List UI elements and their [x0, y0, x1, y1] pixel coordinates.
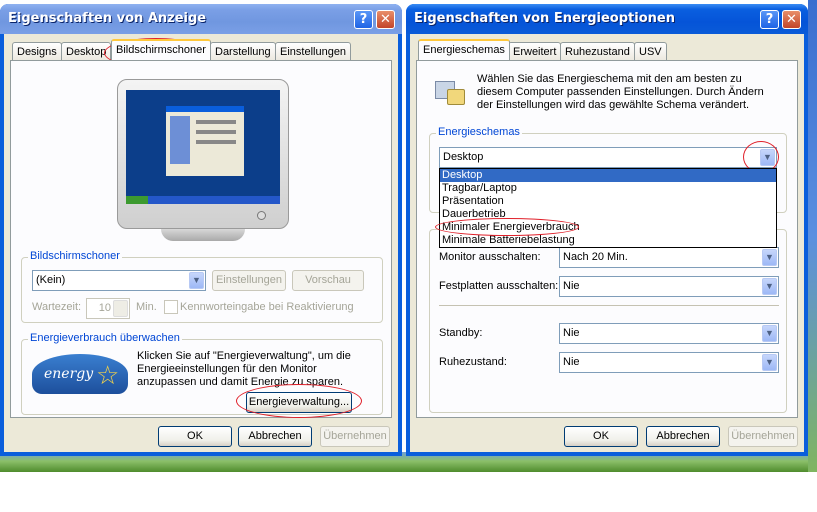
harddisk-off-select[interactable]: Nie ▼ — [559, 276, 779, 297]
chevron-down-icon[interactable]: ▼ — [762, 278, 777, 295]
close-icon[interactable]: ✕ — [376, 10, 395, 29]
tab-designs[interactable]: Designs — [12, 42, 62, 60]
chevron-down-icon[interactable]: ▼ — [762, 354, 777, 371]
dropdown-option[interactable]: Minimaler Energieverbrauch — [440, 221, 776, 234]
preview-dialog — [166, 106, 244, 176]
tab-hibernate[interactable]: Ruhezustand — [560, 42, 635, 60]
standby-value: Nie — [563, 327, 580, 339]
energy-star-logo: energy ☆ — [32, 354, 128, 394]
tab-advanced[interactable]: Erweitert — [508, 42, 562, 60]
monitor-off-select[interactable]: Nach 20 Min. ▼ — [559, 247, 779, 268]
power-scheme-select[interactable]: Desktop ▼ — [439, 147, 777, 168]
screensaver-selected: (Kein) — [36, 274, 66, 286]
apply-button[interactable]: Übernehmen — [320, 426, 390, 447]
monitor-preview — [117, 79, 289, 229]
dropdown-option[interactable]: Desktop — [440, 169, 776, 182]
power-options-window: Eigenschaften von Energieoptionen ? ✕ En… — [406, 4, 808, 456]
tab-screensaver[interactable]: Bildschirmschoner — [111, 39, 211, 60]
cancel-button[interactable]: Abbrechen — [238, 426, 312, 447]
tab-power-schemes[interactable]: Energieschemas — [418, 39, 510, 60]
wait-time-spinner[interactable]: 10 — [86, 298, 130, 319]
tab-settings[interactable]: Einstellungen — [275, 42, 352, 60]
power-scheme-icon — [433, 75, 467, 107]
dropdown-option[interactable]: Dauerbetrieb — [440, 208, 776, 221]
preview-taskbar — [126, 196, 280, 204]
chevron-down-icon[interactable]: ▼ — [762, 249, 777, 266]
ok-button[interactable]: OK — [564, 426, 638, 447]
display-window-client: Designs Desktop Bildschirmschoner Darste… — [4, 34, 398, 452]
tab-appearance[interactable]: Darstellung — [210, 42, 276, 60]
window-title: Eigenschaften von Energieoptionen — [414, 11, 675, 26]
dropdown-option[interactable]: Präsentation — [440, 195, 776, 208]
close-icon[interactable]: ✕ — [782, 10, 801, 29]
standby-label: Standby: — [439, 327, 483, 339]
screensaver-preview-button[interactable]: Vorschau — [292, 270, 364, 291]
power-window-client: Energieschemas Erweitert Ruhezustand USV… — [410, 34, 804, 452]
monitor-power-led — [257, 211, 266, 220]
display-window-titlebar[interactable]: Eigenschaften von Anzeige ? ✕ — [0, 4, 402, 34]
desktop-background-edge — [808, 0, 817, 472]
power-description: Klicken Sie auf "Energieverwaltung", um … — [137, 350, 351, 388]
hibernate-value: Nie — [563, 356, 580, 368]
cancel-button[interactable]: Abbrechen — [646, 426, 720, 447]
hibernate-select[interactable]: Nie ▼ — [559, 352, 779, 373]
screensaver-panel: Bildschirmschoner (Kein) ▼ Einstellungen… — [10, 60, 392, 418]
monitor-stand — [161, 229, 245, 241]
ok-button[interactable]: OK — [158, 426, 232, 447]
password-checkbox[interactable] — [164, 300, 178, 314]
power-window-titlebar[interactable]: Eigenschaften von Energieoptionen ? ✕ — [406, 4, 808, 34]
spinner-icon[interactable] — [113, 300, 128, 317]
power-schemes-panel: Wählen Sie das Energieschema mit den am … — [416, 60, 798, 418]
window-title: Eigenschaften von Anzeige — [8, 11, 207, 26]
help-icon[interactable]: ? — [354, 10, 373, 29]
power-schemes-group-label: Energieschemas — [436, 126, 522, 138]
apply-button[interactable]: Übernehmen — [728, 426, 798, 447]
chevron-down-icon[interactable]: ▼ — [189, 272, 204, 289]
wait-label: Wartezeit: — [32, 301, 82, 313]
energy-logo-text: energy — [44, 366, 94, 382]
screensaver-settings-button[interactable]: Einstellungen — [212, 270, 286, 291]
dropdown-option[interactable]: Minimale Batteriebelastung — [440, 234, 776, 247]
power-scheme-selected: Desktop — [443, 151, 484, 163]
wait-time-value: 10 — [98, 302, 111, 314]
tab-ups[interactable]: USV — [634, 42, 667, 60]
harddisk-off-value: Nie — [563, 280, 580, 292]
display-properties-window: Eigenschaften von Anzeige ? ✕ Designs De… — [0, 4, 402, 456]
power-management-button[interactable]: Energieverwaltung... — [246, 392, 352, 413]
hibernate-label: Ruhezustand: — [439, 356, 507, 368]
chevron-down-icon[interactable]: ▼ — [760, 149, 775, 166]
power-scheme-dropdown-list: Desktop Tragbar/Laptop Präsentation Daue… — [439, 168, 777, 248]
power-intro-text: Wählen Sie das Energieschema mit den am … — [477, 73, 764, 111]
monitor-off-value: Nach 20 Min. — [563, 251, 628, 263]
monitor-off-label: Monitor ausschalten: — [439, 251, 541, 263]
power-monitor-group: Energieverbrauch überwachen energy ☆ Kli… — [21, 332, 383, 418]
tab-desktop[interactable]: Desktop — [61, 42, 112, 60]
password-label: Kennworteingabe bei Reaktivierung — [180, 301, 354, 313]
minutes-label: Min. — [136, 301, 157, 313]
power-group-label: Energieverbrauch überwachen — [28, 332, 182, 344]
screensaver-group: Bildschirmschoner (Kein) ▼ Einstellungen… — [21, 250, 383, 323]
harddisk-off-label: Festplatten ausschalten: — [439, 280, 559, 292]
screensaver-select[interactable]: (Kein) ▼ — [32, 270, 206, 291]
preview-screen — [126, 90, 280, 204]
star-icon: ☆ — [96, 360, 120, 390]
settings-divider — [439, 305, 779, 306]
standby-select[interactable]: Nie ▼ — [559, 323, 779, 344]
dropdown-option[interactable]: Tragbar/Laptop — [440, 182, 776, 195]
help-icon[interactable]: ? — [760, 10, 779, 29]
chevron-down-icon[interactable]: ▼ — [762, 325, 777, 342]
screensaver-group-label: Bildschirmschoner — [28, 250, 122, 262]
